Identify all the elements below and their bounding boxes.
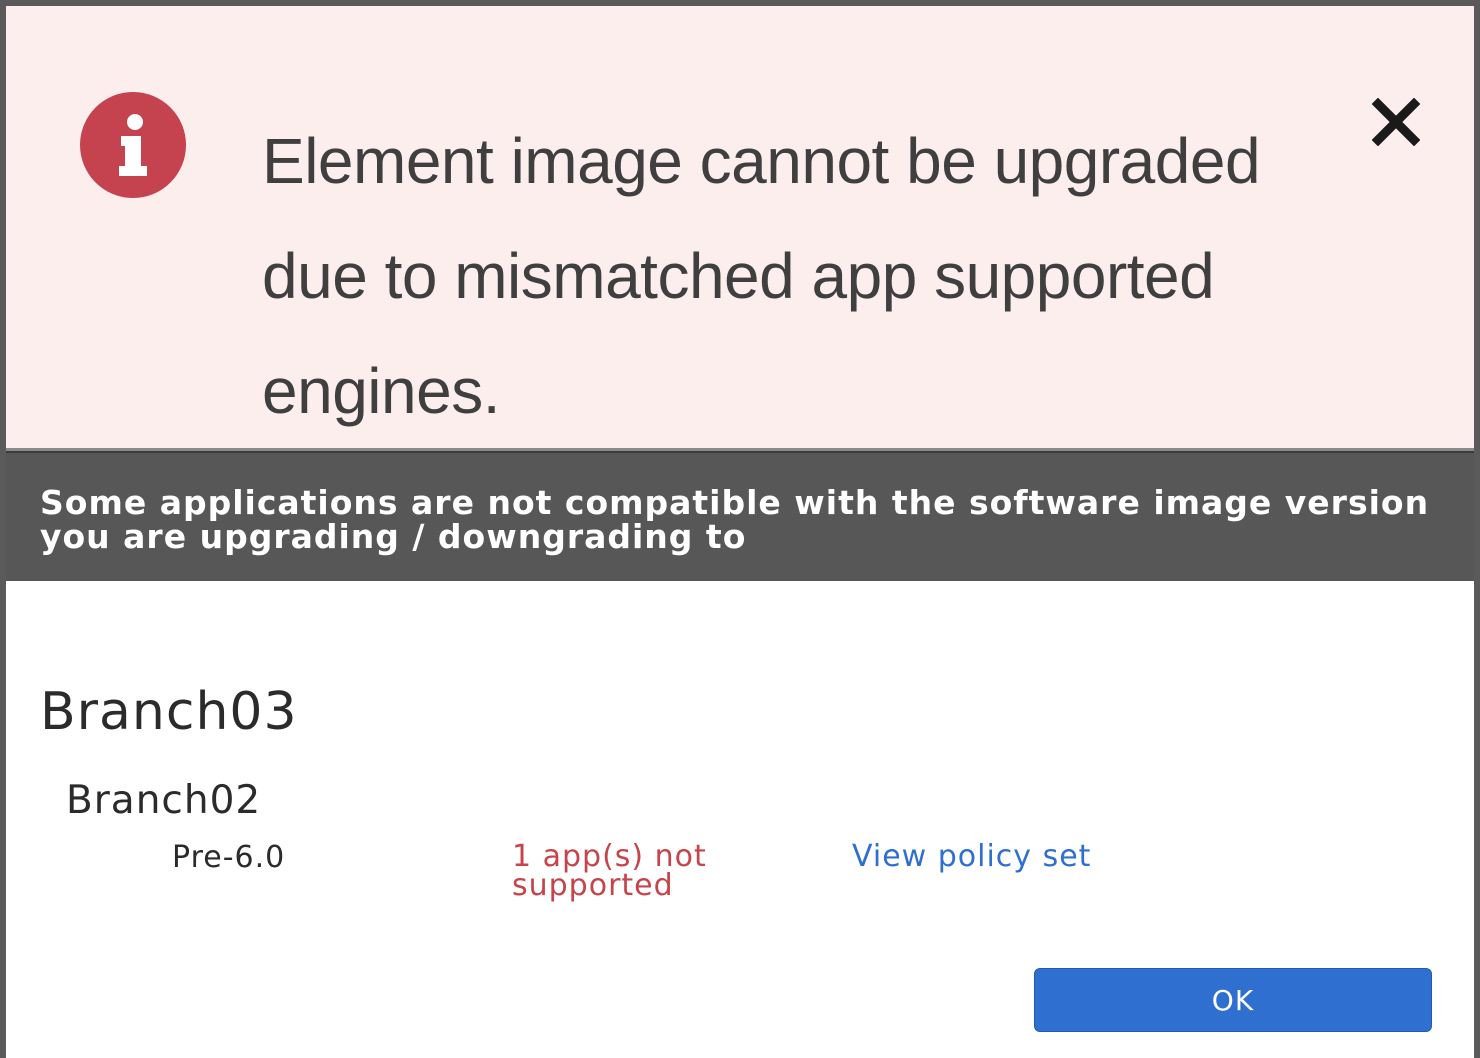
info-icon bbox=[80, 92, 186, 198]
incompatible-apps-dialog: Element image cannot be upgraded due to … bbox=[0, 0, 1480, 1058]
error-alert: Element image cannot be upgraded due to … bbox=[6, 6, 1474, 451]
view-policy-set-link[interactable]: View policy set bbox=[852, 842, 1142, 872]
alert-message: Element image cannot be upgraded due to … bbox=[262, 125, 1261, 427]
device-version: Pre-6.0 bbox=[172, 840, 286, 875]
banner-text: Some applications are not compatible wit… bbox=[40, 483, 1430, 556]
ok-button[interactable]: OK bbox=[1034, 968, 1432, 1032]
close-icon[interactable] bbox=[1371, 97, 1421, 147]
site-name: Branch03 bbox=[40, 682, 298, 742]
device-name: Branch02 bbox=[66, 778, 262, 823]
unsupported-apps-status: 1 app(s) not supported bbox=[512, 839, 707, 903]
compatibility-banner: Some applications are not compatible wit… bbox=[6, 451, 1474, 581]
